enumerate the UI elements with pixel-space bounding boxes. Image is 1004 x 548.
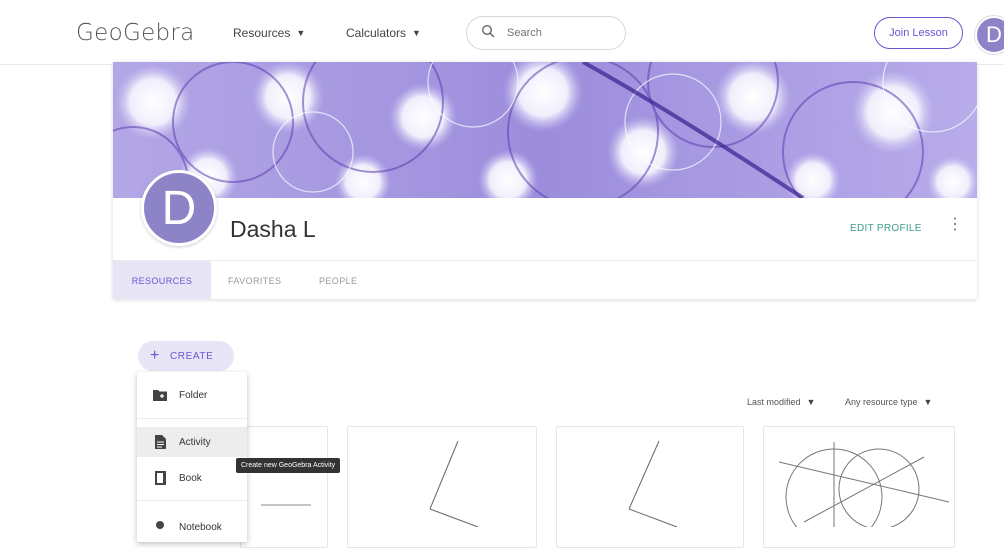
resource-thumbnail — [261, 504, 311, 506]
sort-dropdown-label: Last modified — [747, 397, 801, 407]
activity-tooltip: Create new GeoGebra Activity — [236, 458, 341, 473]
tab-resources[interactable]: RESOURCES — [113, 261, 211, 299]
resource-type-dropdown[interactable]: Any resource type ▼ — [845, 397, 932, 407]
resource-card[interactable] — [763, 426, 955, 548]
create-button-label: CREATE — [169, 350, 214, 362]
resources-menu[interactable]: Resources ▼ — [233, 26, 305, 40]
profile-tabs: RESOURCES FAVORITES PEOPLE — [113, 260, 977, 299]
user-avatar[interactable]: D — [975, 16, 1004, 54]
resource-type-dropdown-label: Any resource type — [845, 397, 918, 407]
menu-item-book[interactable]: Book — [137, 463, 247, 493]
book-icon — [153, 471, 167, 485]
search-icon — [481, 24, 495, 43]
resource-card[interactable] — [556, 426, 744, 548]
menu-item-folder[interactable]: Folder — [137, 380, 247, 410]
caret-down-icon: ▼ — [806, 397, 816, 407]
edit-profile-button[interactable]: EDIT PROFILE — [850, 223, 922, 234]
top-bar: GeoGebra Resources ▼ Calculators ▼ Join … — [0, 0, 1004, 64]
profile-card: D Dasha L EDIT PROFILE ⋮ RESOURCES FAVOR… — [113, 62, 977, 299]
caret-down-icon: ▼ — [923, 397, 933, 407]
activity-icon — [153, 435, 167, 449]
new-folder-icon — [153, 388, 167, 402]
geogebra-logo[interactable]: GeoGebra — [76, 20, 195, 46]
menu-divider — [137, 500, 247, 501]
menu-item-label: Book — [179, 472, 202, 484]
caret-down-icon: ▼ — [412, 28, 421, 38]
menu-divider — [137, 418, 247, 419]
resource-thumbnail — [628, 440, 678, 528]
resource-thumbnail — [778, 442, 950, 546]
vertical-dots-icon[interactable]: ⋮ — [947, 217, 963, 233]
menu-item-label: Activity — [179, 436, 211, 448]
caret-down-icon: ▼ — [296, 28, 306, 38]
search-input[interactable] — [505, 26, 609, 40]
calculators-menu[interactable]: Calculators ▼ — [346, 26, 421, 40]
plus-icon: + — [150, 347, 160, 364]
tab-people[interactable]: PEOPLE — [319, 261, 357, 299]
profile-banner-image — [113, 62, 977, 198]
calculators-menu-label: Calculators — [346, 26, 407, 40]
resource-card[interactable] — [347, 426, 537, 548]
create-button[interactable]: + CREATE — [138, 341, 234, 371]
profile-name: Dasha L — [230, 216, 316, 242]
create-menu: Folder Activity Book Notebook — [137, 372, 247, 542]
sort-dropdown[interactable]: Last modified ▼ — [747, 397, 815, 407]
tab-favorites[interactable]: FAVORITES — [228, 261, 281, 299]
notebook-icon — [153, 520, 167, 534]
resource-card[interactable] — [240, 426, 328, 548]
resources-menu-label: Resources — [233, 26, 291, 40]
menu-item-label: Folder — [179, 389, 208, 401]
resource-thumbnail — [429, 440, 479, 528]
menu-item-label: Notebook — [179, 521, 222, 533]
menu-item-notebook[interactable]: Notebook — [137, 512, 247, 542]
menu-item-activity[interactable]: Activity — [137, 427, 247, 457]
search-box[interactable] — [466, 16, 626, 50]
profile-avatar[interactable]: D — [141, 170, 217, 246]
join-lesson-button[interactable]: Join Lesson — [874, 17, 963, 49]
